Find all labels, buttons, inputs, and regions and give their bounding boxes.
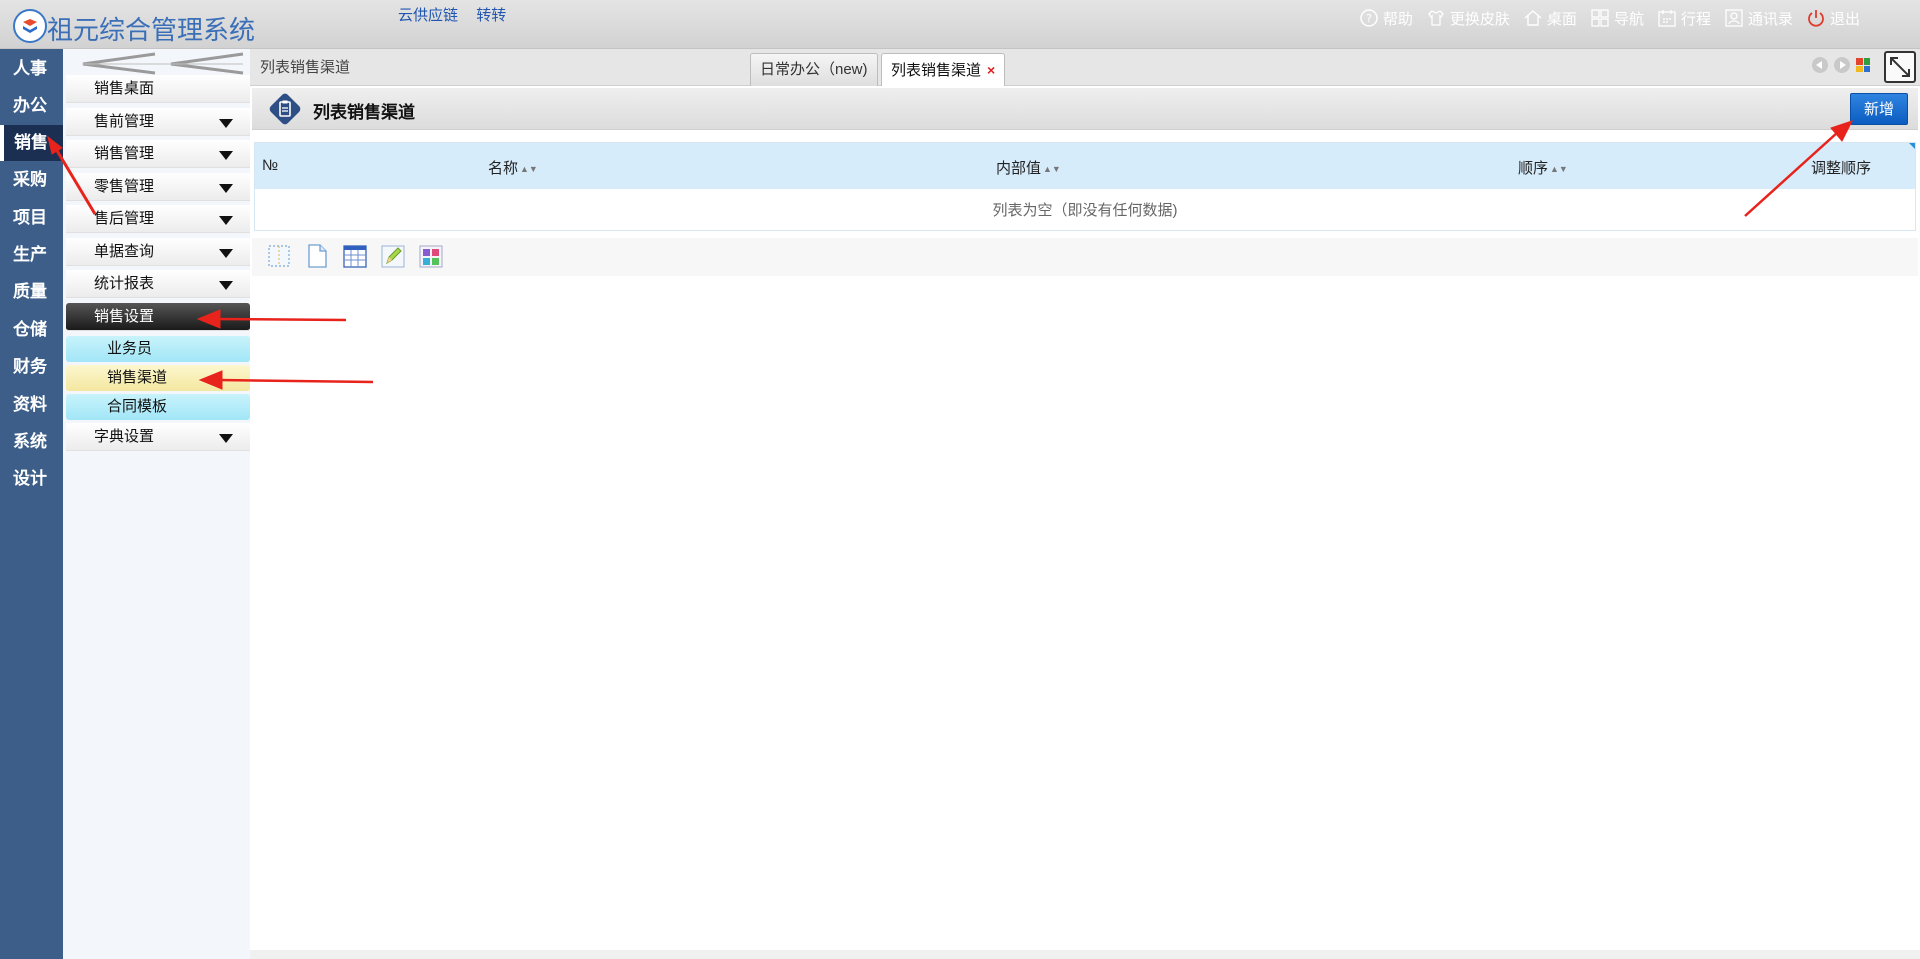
calendar-icon bbox=[1658, 10, 1676, 27]
column-internal-value[interactable]: 内部值 ▲▼ bbox=[996, 157, 1061, 178]
table-toolbar bbox=[252, 238, 1918, 276]
submenu-contract-template[interactable]: 合同模板 bbox=[66, 394, 250, 420]
module-finance[interactable]: 财务 bbox=[0, 349, 63, 385]
table-icon[interactable] bbox=[342, 242, 368, 270]
expand-arrow-icon bbox=[219, 151, 233, 160]
export-icon[interactable] bbox=[304, 242, 330, 270]
submenu-sales-channel[interactable]: 销售渠道 bbox=[66, 365, 250, 391]
shirt-icon bbox=[1428, 10, 1444, 26]
svg-text:?: ? bbox=[1366, 12, 1372, 25]
tab-sales-channel-list[interactable]: 列表销售渠道 × bbox=[881, 53, 1006, 86]
menu-document-query[interactable]: 单据查询 bbox=[66, 238, 250, 266]
empty-message: 列表为空（即没有任何数据) bbox=[992, 202, 1178, 219]
top-links: 云供应链 转转 bbox=[398, 4, 520, 25]
module-office[interactable]: 办公 bbox=[0, 88, 63, 124]
module-quality[interactable]: 质量 bbox=[0, 274, 63, 310]
expand-arrow-icon bbox=[219, 281, 233, 290]
home-icon bbox=[1524, 10, 1542, 26]
menu-sales-settings[interactable]: 销售设置 bbox=[66, 303, 250, 331]
change-skin-button[interactable]: 更换皮肤 bbox=[1425, 7, 1510, 29]
menu-sales-desktop[interactable]: 销售桌面 bbox=[66, 75, 250, 103]
expand-arrow-icon bbox=[219, 184, 233, 193]
menu-retail[interactable]: 零售管理 bbox=[66, 173, 250, 201]
tab-next-icon[interactable] bbox=[1834, 57, 1850, 73]
select-all-icon[interactable] bbox=[266, 242, 292, 270]
page-header: 列表销售渠道 新增 bbox=[252, 88, 1918, 130]
sort-icon: ▲▼ bbox=[1043, 164, 1061, 174]
add-button[interactable]: 新增 bbox=[1850, 93, 1908, 125]
menu-reports[interactable]: 统计报表 bbox=[66, 270, 250, 298]
link-cloud-supply-chain[interactable]: 云供应链 bbox=[398, 7, 458, 24]
sort-icon: ▲▼ bbox=[1550, 164, 1568, 174]
module-system[interactable]: 系统 bbox=[0, 424, 63, 460]
expand-arrow-icon bbox=[219, 434, 233, 443]
expand-arrow-icon bbox=[219, 249, 233, 258]
header-actions: ? 帮助 更换皮肤 桌面 导航 行程 通讯录 退出 bbox=[1358, 7, 1860, 29]
module-design[interactable]: 设计 bbox=[0, 461, 63, 497]
data-table: № 名称 ▲▼ 内部值 ▲▼ 顺序 ▲▼ 调整顺序 列表为空（即没有任何数据) bbox=[254, 142, 1916, 231]
menu-aftersales[interactable]: 售后管理 bbox=[66, 205, 250, 233]
module-data[interactable]: 资料 bbox=[0, 387, 63, 423]
fullscreen-button[interactable] bbox=[1884, 51, 1916, 83]
collapse-menu-icon[interactable] bbox=[75, 51, 250, 75]
menu-presales[interactable]: 售前管理 bbox=[66, 108, 250, 136]
tab-menu-icon[interactable] bbox=[1856, 58, 1870, 72]
navigation-button[interactable]: 导航 bbox=[1589, 7, 1644, 29]
sort-icon: ▲▼ bbox=[520, 164, 538, 174]
help-button[interactable]: ? 帮助 bbox=[1358, 7, 1413, 29]
desktop-button[interactable]: 桌面 bbox=[1522, 7, 1577, 29]
column-order[interactable]: 顺序 ▲▼ bbox=[1518, 157, 1568, 178]
clipboard-icon bbox=[269, 93, 301, 125]
puzzle-icon[interactable] bbox=[418, 242, 444, 270]
help-icon: ? bbox=[1360, 9, 1378, 27]
module-hr[interactable]: 人事 bbox=[0, 51, 63, 87]
grid-icon bbox=[1591, 9, 1609, 27]
submenu-salesperson[interactable]: 业务员 bbox=[66, 336, 250, 362]
expand-arrow-icon bbox=[219, 119, 233, 128]
module-warehouse[interactable]: 仓储 bbox=[0, 312, 63, 348]
power-icon bbox=[1808, 10, 1824, 27]
tab-daily-office[interactable]: 日常办公（new) bbox=[750, 53, 878, 86]
logout-button[interactable]: 退出 bbox=[1805, 7, 1860, 29]
schedule-button[interactable]: 行程 bbox=[1656, 7, 1711, 29]
module-production[interactable]: 生产 bbox=[0, 237, 63, 273]
menu-dictionary-settings[interactable]: 字典设置 bbox=[66, 423, 250, 451]
page-title: 列表销售渠道 bbox=[313, 103, 415, 122]
app-title: 祖元综合管理系统 bbox=[47, 16, 256, 46]
fullscreen-icon bbox=[1890, 57, 1910, 77]
close-tab-icon[interactable]: × bbox=[987, 62, 995, 78]
module-sales[interactable]: 销售 bbox=[0, 125, 63, 161]
module-purchasing[interactable]: 采购 bbox=[0, 162, 63, 198]
column-config-icon[interactable] bbox=[1909, 143, 1915, 149]
column-number: № bbox=[262, 157, 279, 174]
tab-prev-icon[interactable] bbox=[1812, 57, 1828, 73]
sales-menu: 销售桌面 售前管理 销售管理 零售管理 售后管理 单据查询 统计报表 销售设置 … bbox=[63, 49, 250, 959]
module-project[interactable]: 项目 bbox=[0, 200, 63, 236]
top-bar: 祖元综合管理系统 云供应链 转转 ? 帮助 更换皮肤 桌面 导航 行程 通讯录 bbox=[0, 0, 1920, 49]
edit-icon[interactable] bbox=[380, 242, 406, 270]
bottom-strip bbox=[250, 950, 1920, 959]
expand-arrow-icon bbox=[219, 216, 233, 225]
tab-bar: 列表销售渠道 日常办公（new) 列表销售渠道 × bbox=[250, 49, 1920, 86]
contacts-button[interactable]: 通讯录 bbox=[1723, 7, 1793, 29]
table-header: № 名称 ▲▼ 内部值 ▲▼ 顺序 ▲▼ 调整顺序 bbox=[255, 143, 1915, 189]
breadcrumb: 列表销售渠道 bbox=[260, 59, 351, 76]
column-adjust-order: 调整顺序 bbox=[1811, 160, 1872, 177]
module-bar: 人事 办公 销售 采购 项目 生产 质量 仓储 财务 资料 系统 设计 bbox=[0, 49, 63, 959]
logo-icon bbox=[13, 9, 47, 43]
column-name[interactable]: 名称 ▲▼ bbox=[488, 157, 538, 178]
link-zhuanzhuan[interactable]: 转转 bbox=[476, 7, 506, 24]
menu-sales-management[interactable]: 销售管理 bbox=[66, 140, 250, 168]
contacts-icon bbox=[1725, 9, 1743, 27]
